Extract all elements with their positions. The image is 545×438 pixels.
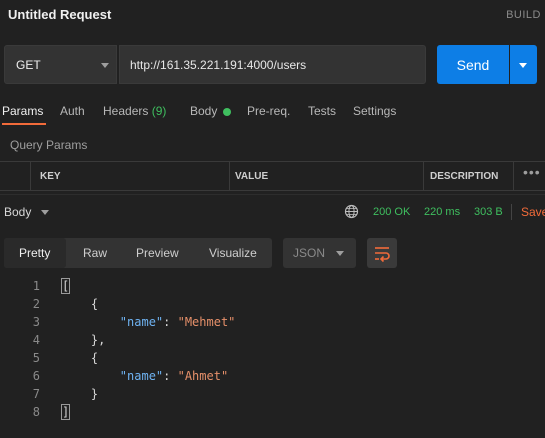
build-mode-label[interactable]: BUILD: [506, 9, 541, 21]
json-punctuation: {: [62, 297, 99, 311]
chevron-down-icon: [519, 63, 527, 68]
json-punctuation: :: [163, 315, 178, 329]
column-divider: [423, 162, 424, 190]
response-size[interactable]: 303 B: [474, 206, 503, 218]
json-punctuation: [: [60, 278, 71, 294]
method-select[interactable]: GET: [4, 45, 117, 84]
code-line: 7 }: [0, 386, 545, 404]
wrap-lines-button[interactable]: [367, 238, 397, 268]
json-punctuation: [62, 315, 120, 329]
response-time[interactable]: 220 ms: [424, 206, 460, 218]
chevron-down-icon: [336, 251, 344, 256]
line-number: 2: [32, 297, 40, 311]
tab-headers[interactable]: Headers (9): [103, 104, 166, 118]
json-punctuation: },: [62, 333, 106, 347]
line-number: 8: [32, 405, 40, 419]
code-line: 8]: [0, 404, 545, 422]
chevron-down-icon: [41, 210, 49, 215]
status-code[interactable]: 200 OK: [373, 206, 410, 218]
more-options-icon[interactable]: •••: [523, 164, 541, 180]
line-number: 3: [32, 315, 40, 329]
globe-icon[interactable]: [344, 204, 359, 219]
code-line: 2 {: [0, 296, 545, 314]
column-divider: [229, 162, 230, 190]
tab-headers-label: Headers: [103, 104, 149, 118]
json-string: "Mehmet": [177, 315, 236, 329]
json-punctuation: [62, 369, 120, 383]
code-text: ]: [60, 404, 71, 420]
params-table-header: KEY VALUE DESCRIPTION •••: [0, 161, 545, 191]
json-punctuation: ]: [60, 404, 71, 420]
section-divider: [0, 194, 545, 195]
send-options-button[interactable]: [510, 45, 537, 84]
view-preview[interactable]: Preview: [136, 246, 179, 260]
line-number: 1: [32, 279, 40, 293]
code-text: }: [62, 387, 98, 401]
format-select[interactable]: JSON: [283, 238, 356, 268]
request-title[interactable]: Untitled Request: [8, 7, 111, 22]
body-status-dot: [223, 108, 231, 116]
json-string: "Ahmet": [177, 369, 229, 383]
line-number: 6: [32, 369, 40, 383]
url-input[interactable]: http://161.35.221.191:4000/users: [119, 45, 426, 84]
column-divider: [513, 162, 514, 190]
json-key: "name": [119, 315, 164, 329]
json-punctuation: }: [62, 387, 99, 401]
column-header-description: DESCRIPTION: [430, 171, 499, 182]
code-line: 1[: [0, 278, 545, 296]
tab-tests[interactable]: Tests: [308, 104, 336, 118]
code-line: 6 "name": "Ahmet": [0, 368, 545, 386]
json-punctuation: {: [62, 351, 99, 365]
json-key: "name": [119, 369, 164, 383]
json-punctuation: :: [163, 369, 178, 383]
view-visualize[interactable]: Visualize: [209, 246, 257, 260]
code-text: {: [62, 351, 98, 365]
code-line: 5 {: [0, 350, 545, 368]
line-number: 7: [32, 387, 40, 401]
chevron-down-icon: [101, 63, 109, 68]
code-text: [: [60, 278, 71, 294]
response-code-viewer[interactable]: 1[2 {3 "name": "Mehmet" 4 }, 5 {6 "name": …: [0, 278, 545, 422]
tab-body[interactable]: Body: [190, 104, 217, 118]
code-line: 4 },: [0, 332, 545, 350]
tab-auth[interactable]: Auth: [60, 104, 85, 118]
column-header-key: KEY: [40, 171, 61, 182]
headers-count-badge: (9): [151, 104, 167, 118]
column-divider: [30, 162, 31, 190]
format-value: JSON: [293, 246, 326, 260]
tab-params[interactable]: Params: [2, 104, 43, 118]
url-value: http://161.35.221.191:4000/users: [130, 58, 307, 72]
code-text: "name": "Ahmet": [62, 369, 228, 383]
code-line: 3 "name": "Mehmet": [0, 314, 545, 332]
code-text: {: [62, 297, 98, 311]
code-text: "name": "Mehmet": [62, 315, 236, 329]
wrap-lines-icon: [375, 247, 390, 263]
code-text: },: [62, 333, 105, 347]
view-pretty[interactable]: Pretty: [19, 246, 50, 260]
line-number: 4: [32, 333, 40, 347]
column-header-value: VALUE: [235, 171, 269, 182]
divider: [511, 204, 512, 220]
active-tab-indicator: [2, 123, 46, 125]
response-body-dropdown[interactable]: Body: [4, 205, 31, 219]
send-label: Send: [456, 57, 490, 73]
view-mode-switch: Pretty Raw Preview Visualize: [4, 238, 272, 268]
line-number: 5: [32, 351, 40, 365]
view-raw[interactable]: Raw: [83, 246, 107, 260]
tab-settings[interactable]: Settings: [353, 104, 396, 118]
query-params-heading: Query Params: [10, 138, 88, 152]
send-button[interactable]: Send: [437, 45, 509, 84]
tab-pre-request[interactable]: Pre-req.: [247, 104, 290, 118]
save-response-button[interactable]: Save: [521, 205, 545, 219]
method-label: GET: [16, 58, 41, 72]
